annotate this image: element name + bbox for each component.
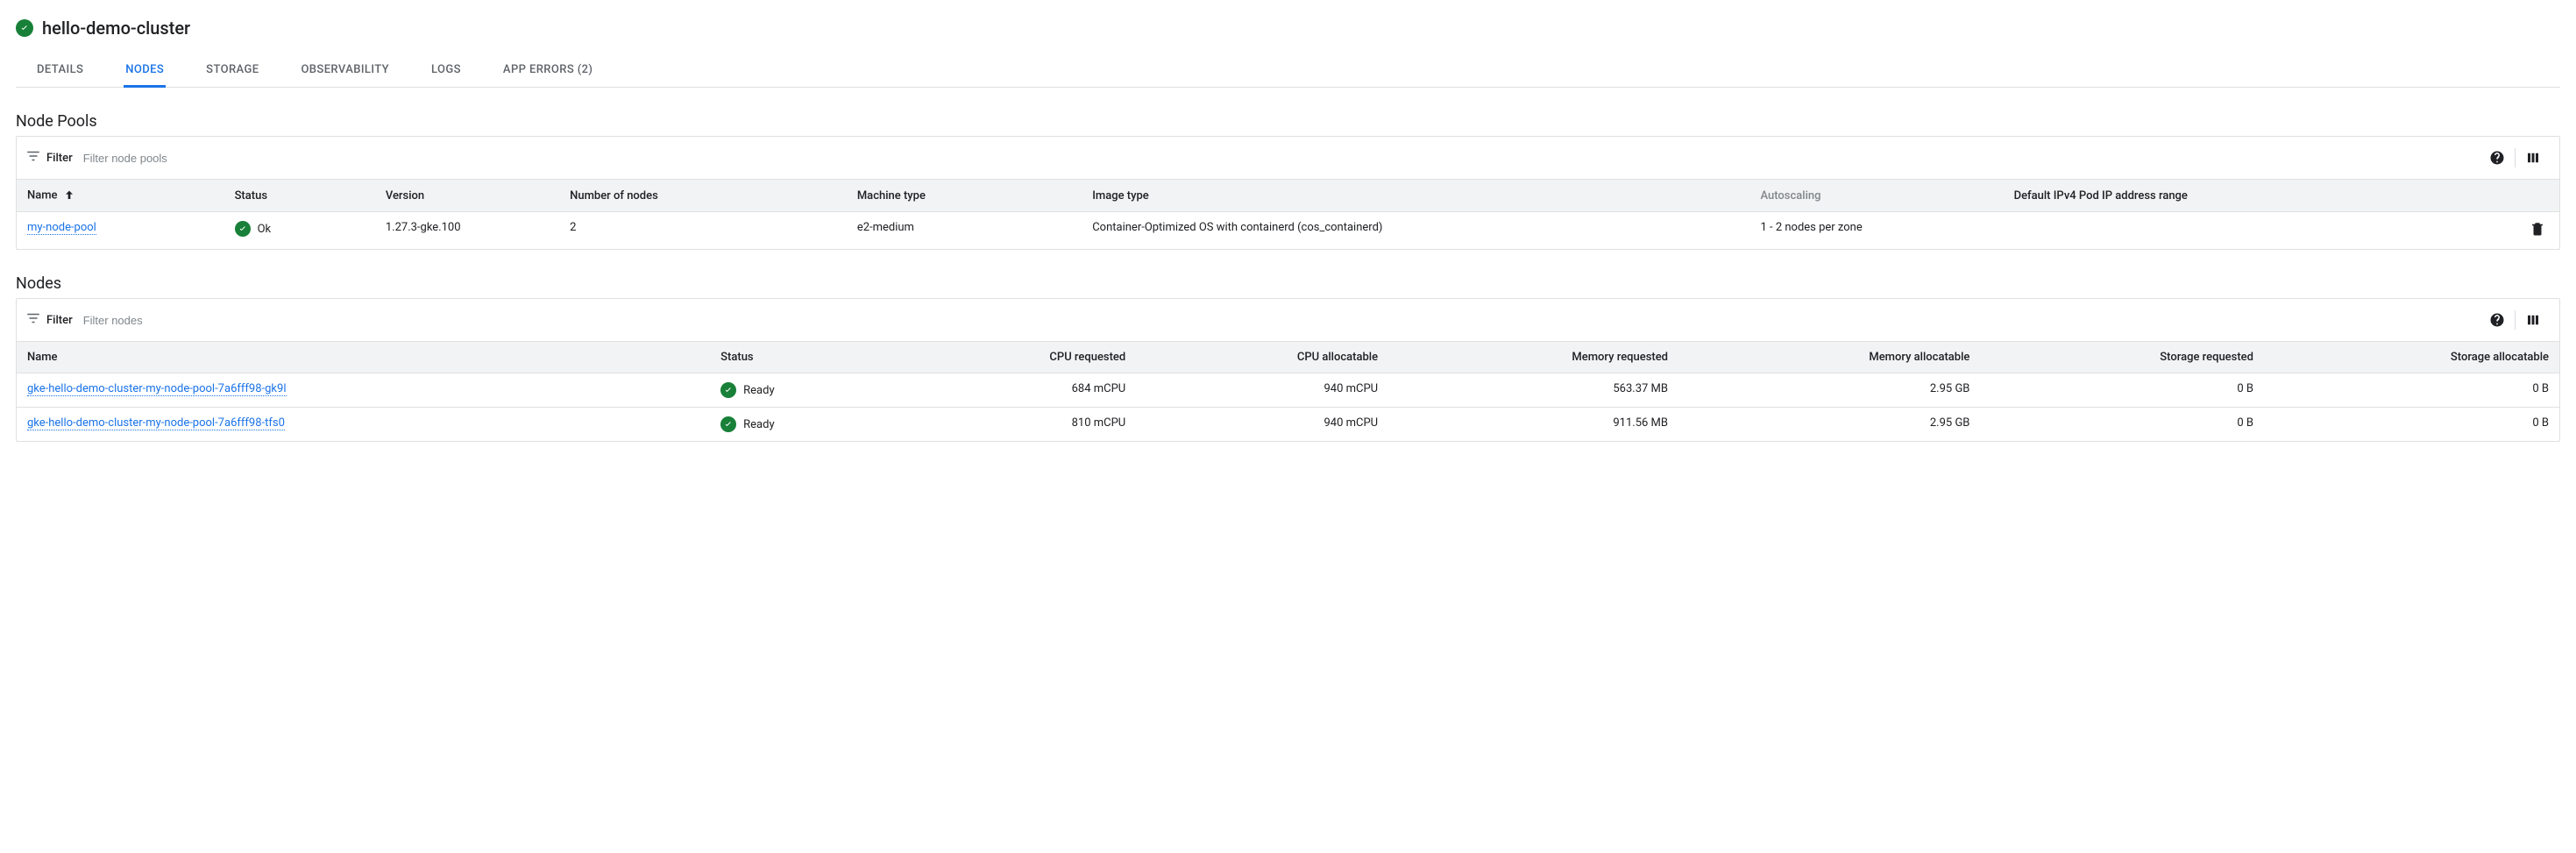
filter-icon <box>25 148 41 167</box>
status-cell: Ready <box>720 382 885 398</box>
node-link[interactable]: gke-hello-demo-cluster-my-node-pool-7a6f… <box>27 416 285 430</box>
page-header: hello-demo-cluster <box>16 18 2560 39</box>
mem-req-cell: 911.56 MB <box>1388 408 1678 442</box>
status-text: Ready <box>743 418 774 431</box>
tab-details[interactable]: DETAILS <box>35 54 85 88</box>
col-name[interactable]: Name <box>17 342 710 373</box>
mem-req-cell: 563.37 MB <box>1388 373 1678 408</box>
status-cell: Ready <box>720 416 885 432</box>
help-button[interactable] <box>2480 142 2515 174</box>
num-nodes-cell: 2 <box>559 212 847 250</box>
status-cell: Ok <box>235 221 365 237</box>
col-machine-type[interactable]: Machine type <box>847 180 1082 212</box>
nodes-table: Name Status CPU requested CPU allocatabl… <box>17 342 2559 441</box>
col-status[interactable]: Status <box>710 342 896 373</box>
filter-icon <box>25 310 41 330</box>
nodes-filter-input[interactable] <box>82 309 2480 332</box>
filter-label: Filter <box>46 314 73 327</box>
machine-type-cell: e2-medium <box>847 212 1082 250</box>
cpu-req-cell: 684 mCPU <box>896 373 1136 408</box>
columns-button[interactable] <box>2516 142 2551 174</box>
col-cpu-alloc[interactable]: CPU allocatable <box>1136 342 1388 373</box>
col-status[interactable]: Status <box>224 180 375 212</box>
delete-button[interactable] <box>2530 227 2545 240</box>
tab-app-errors[interactable]: APP ERRORS (2) <box>501 54 594 88</box>
cpu-alloc-cell: 940 mCPU <box>1136 408 1388 442</box>
table-row: my-node-pool Ok 1.27.3-gke.100 2 e2-medi… <box>17 212 2559 250</box>
tab-bar: DETAILS NODES STORAGE OBSERVABILITY LOGS… <box>16 54 2560 88</box>
stor-alloc-cell: 0 B <box>2264 373 2559 408</box>
table-row: gke-hello-demo-cluster-my-node-pool-7a6f… <box>17 408 2559 442</box>
check-circle-icon <box>720 382 736 398</box>
col-actions <box>2516 180 2559 212</box>
cpu-req-cell: 810 mCPU <box>896 408 1136 442</box>
pod-ip-range-cell <box>2004 212 2516 250</box>
col-name[interactable]: Name <box>17 180 224 212</box>
node-pools-filter-input[interactable] <box>82 146 2480 170</box>
autoscaling-cell: 1 - 2 nodes per zone <box>1749 212 2003 250</box>
col-pod-ip-range[interactable]: Default IPv4 Pod IP address range <box>2004 180 2516 212</box>
image-type-cell: Container-Optimized OS with containerd (… <box>1082 212 1749 250</box>
columns-button[interactable] <box>2516 304 2551 336</box>
col-num-nodes[interactable]: Number of nodes <box>559 180 847 212</box>
nodes-heading: Nodes <box>16 274 2560 293</box>
table-row: gke-hello-demo-cluster-my-node-pool-7a6f… <box>17 373 2559 408</box>
nodes-filter-bar: Filter <box>17 299 2559 342</box>
stor-req-cell: 0 B <box>1980 408 2264 442</box>
tab-nodes[interactable]: NODES <box>124 54 166 88</box>
col-stor-alloc[interactable]: Storage allocatable <box>2264 342 2559 373</box>
status-text: Ready <box>743 384 774 397</box>
stor-alloc-cell: 0 B <box>2264 408 2559 442</box>
mem-alloc-cell: 2.95 GB <box>1678 408 1980 442</box>
status-text: Ok <box>258 223 272 236</box>
stor-req-cell: 0 B <box>1980 373 2264 408</box>
col-mem-req[interactable]: Memory requested <box>1388 342 1678 373</box>
col-mem-alloc[interactable]: Memory allocatable <box>1678 342 1980 373</box>
mem-alloc-cell: 2.95 GB <box>1678 373 1980 408</box>
col-stor-req[interactable]: Storage requested <box>1980 342 2264 373</box>
node-pools-table: Name Status Version Number of nodes Mach… <box>17 180 2559 249</box>
col-autoscaling[interactable]: Autoscaling <box>1749 180 2003 212</box>
sort-ascending-icon <box>60 188 76 202</box>
check-circle-icon <box>720 416 736 432</box>
nodes-panel: Filter Name Status CPU requested CPU all… <box>16 298 2560 442</box>
check-circle-icon <box>16 19 33 37</box>
check-circle-icon <box>235 221 251 237</box>
node-pools-heading: Node Pools <box>16 112 2560 131</box>
node-pools-panel: Filter Name Status Version Number of nod… <box>16 136 2560 250</box>
filter-label: Filter <box>46 152 73 165</box>
node-pools-filter-bar: Filter <box>17 137 2559 180</box>
help-button[interactable] <box>2480 304 2515 336</box>
tab-observability[interactable]: OBSERVABILITY <box>299 54 391 88</box>
col-version[interactable]: Version <box>375 180 559 212</box>
node-pool-link[interactable]: my-node-pool <box>27 221 96 235</box>
tab-storage[interactable]: STORAGE <box>204 54 260 88</box>
col-image-type[interactable]: Image type <box>1082 180 1749 212</box>
col-cpu-req[interactable]: CPU requested <box>896 342 1136 373</box>
cluster-name: hello-demo-cluster <box>42 18 190 39</box>
tab-logs[interactable]: LOGS <box>429 54 463 88</box>
node-link[interactable]: gke-hello-demo-cluster-my-node-pool-7a6f… <box>27 382 287 396</box>
version-cell: 1.27.3-gke.100 <box>375 212 559 250</box>
cpu-alloc-cell: 940 mCPU <box>1136 373 1388 408</box>
